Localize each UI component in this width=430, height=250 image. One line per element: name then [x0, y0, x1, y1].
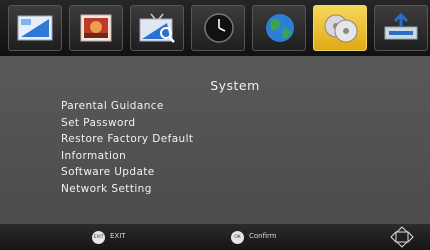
navigation-arrows-icon: [390, 226, 414, 248]
page-title: System: [210, 78, 260, 93]
image-icon: [80, 14, 112, 42]
menu-item-software-update[interactable]: Software Update: [61, 164, 193, 181]
globe-icon: [266, 14, 294, 42]
tab-picture[interactable]: [8, 5, 62, 51]
usb-icon: [384, 12, 418, 40]
exit-label: EXIT: [110, 232, 126, 240]
system-menu: Parental Guidance Set Password Restore F…: [61, 98, 193, 197]
channel-search-icon: [139, 13, 175, 43]
tab-usb[interactable]: [374, 5, 428, 51]
tab-channel[interactable]: [130, 5, 184, 51]
menu-item-restore-factory-default[interactable]: Restore Factory Default: [61, 131, 193, 148]
menu-item-network-setting[interactable]: Network Setting: [61, 181, 193, 198]
confirm-label: Confirm: [249, 232, 277, 240]
ok-button-icon: OK: [231, 231, 244, 244]
tab-image[interactable]: [69, 5, 123, 51]
system-menu-panel: System Parental Guidance Set Password Re…: [0, 56, 430, 224]
clock-icon: [204, 13, 234, 43]
tab-clock[interactable]: [191, 5, 245, 51]
category-icon-bar: [0, 0, 430, 56]
menu-item-parental-guidance[interactable]: Parental Guidance: [61, 98, 193, 115]
system-disc-icon: [324, 14, 358, 43]
picture-settings-icon: [17, 15, 53, 41]
menu-item-information[interactable]: Information: [61, 148, 193, 165]
tab-system[interactable]: [313, 5, 367, 51]
tab-globe[interactable]: [252, 5, 306, 51]
menu-item-set-password[interactable]: Set Password: [61, 115, 193, 132]
exit-button-icon: EXIT: [92, 231, 105, 244]
help-bar: EXIT EXIT OK Confirm: [0, 224, 430, 250]
